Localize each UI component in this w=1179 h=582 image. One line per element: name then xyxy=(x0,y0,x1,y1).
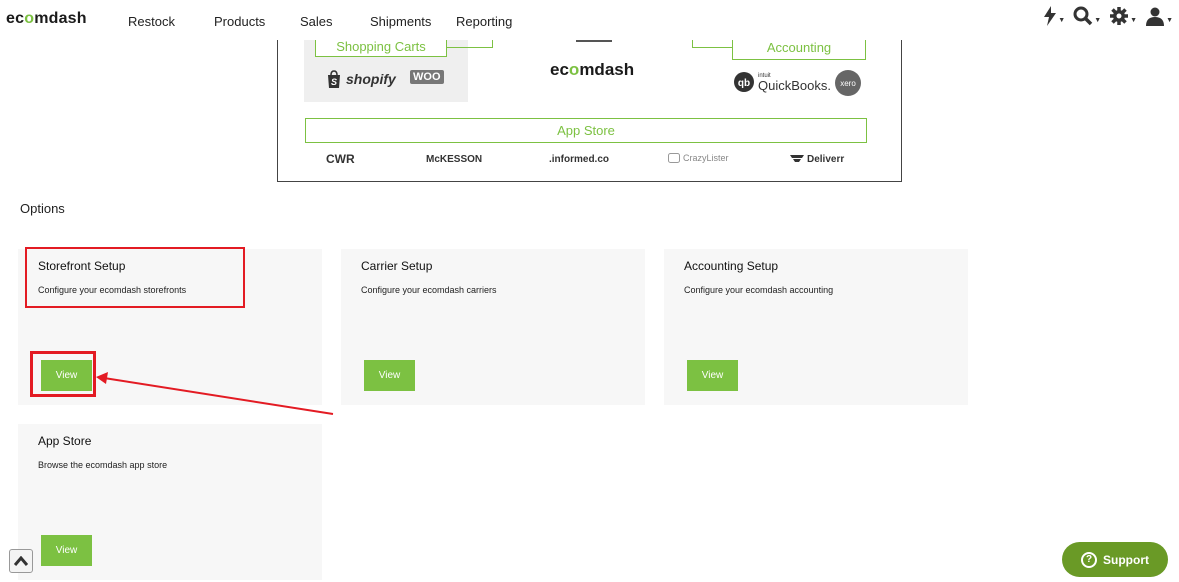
annotation-arrow xyxy=(96,372,334,415)
chevron-up-icon xyxy=(14,556,28,566)
scroll-to-top-button[interactable] xyxy=(9,549,33,573)
help-icon: ? xyxy=(1081,551,1097,568)
support-label: Support xyxy=(1103,552,1149,567)
support-button[interactable]: ? Support xyxy=(1062,542,1168,577)
